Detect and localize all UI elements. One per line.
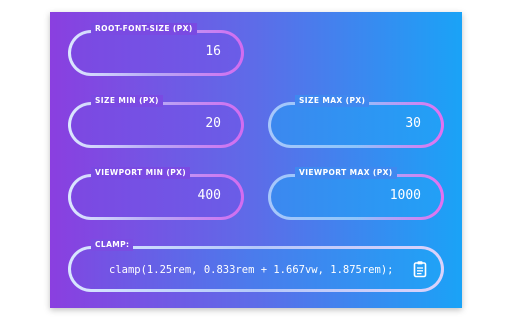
clamp-output-text: clamp(1.25rem, 0.833rem + 1.667vw, 1.875… — [109, 264, 394, 276]
size-min-field[interactable]: SIZE MIN (PX) 20 — [68, 95, 244, 148]
size-max-value[interactable]: 30 — [405, 115, 421, 133]
clamp-output-field: CLAMP: clamp(1.25rem, 0.833rem + 1.667vw… — [68, 239, 444, 292]
clipboard-icon[interactable] — [413, 260, 427, 278]
viewport-min-label: VIEWPORT MIN (PX) — [91, 167, 191, 179]
clamp-label: CLAMP: — [91, 239, 134, 251]
size-max-field[interactable]: SIZE MAX (PX) 30 — [268, 95, 444, 148]
calculator-panel: ROOT-FONT-SIZE (PX) 16 SIZE MIN (PX) 20 … — [50, 12, 462, 308]
size-min-value[interactable]: 20 — [205, 115, 221, 133]
root-font-size-label: ROOT-FONT-SIZE (PX) — [91, 23, 197, 35]
viewport-max-field[interactable]: VIEWPORT MAX (PX) 1000 — [268, 167, 444, 220]
root-font-size-field[interactable]: ROOT-FONT-SIZE (PX) 16 — [68, 23, 244, 76]
viewport-min-field[interactable]: VIEWPORT MIN (PX) 400 — [68, 167, 244, 220]
size-max-label: SIZE MAX (PX) — [295, 95, 370, 107]
viewport-max-value[interactable]: 1000 — [390, 187, 421, 205]
viewport-max-label: VIEWPORT MAX (PX) — [295, 167, 397, 179]
root-font-size-value[interactable]: 16 — [205, 43, 221, 61]
size-min-label: SIZE MIN (PX) — [91, 95, 163, 107]
viewport-min-value[interactable]: 400 — [198, 187, 221, 205]
